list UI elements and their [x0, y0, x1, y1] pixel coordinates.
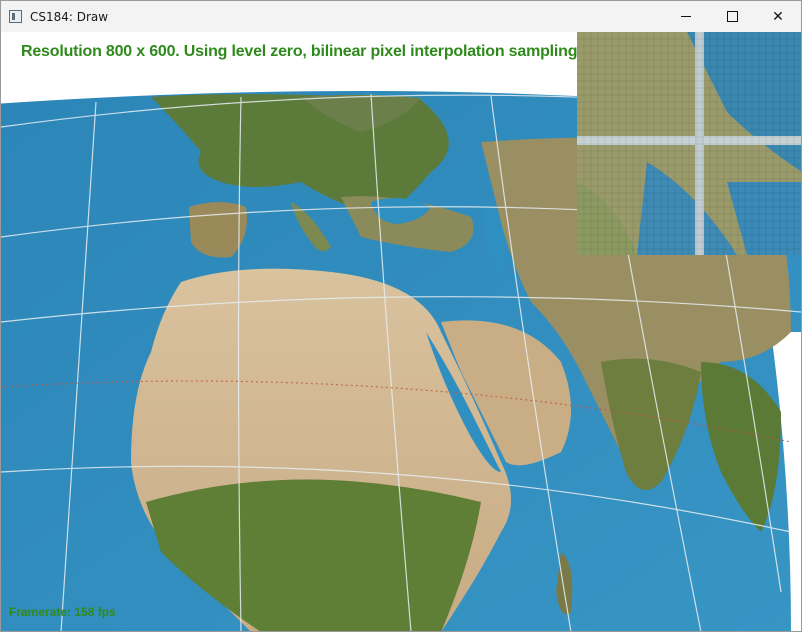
app-window: CS184: Draw ✕ Resolution 800 x 600. Usin…: [0, 0, 802, 632]
framerate-label: Framerate: 158 fps: [9, 605, 116, 619]
maximize-icon: [726, 11, 738, 22]
minimize-icon: [681, 16, 691, 17]
zoom-inset-pixels: [577, 32, 801, 255]
zoom-inset-panel: [577, 32, 801, 255]
window-title: CS184: Draw: [30, 9, 109, 24]
maximize-button[interactable]: [709, 1, 755, 32]
close-button[interactable]: ✕: [755, 1, 801, 32]
title-bar[interactable]: CS184: Draw ✕: [1, 1, 801, 32]
window-controls: ✕: [663, 1, 801, 32]
minimize-button[interactable]: [663, 1, 709, 32]
close-icon: ✕: [772, 8, 784, 25]
render-canvas[interactable]: Resolution 800 x 600. Using level zero, …: [1, 32, 801, 631]
app-window-icon: [9, 10, 22, 23]
